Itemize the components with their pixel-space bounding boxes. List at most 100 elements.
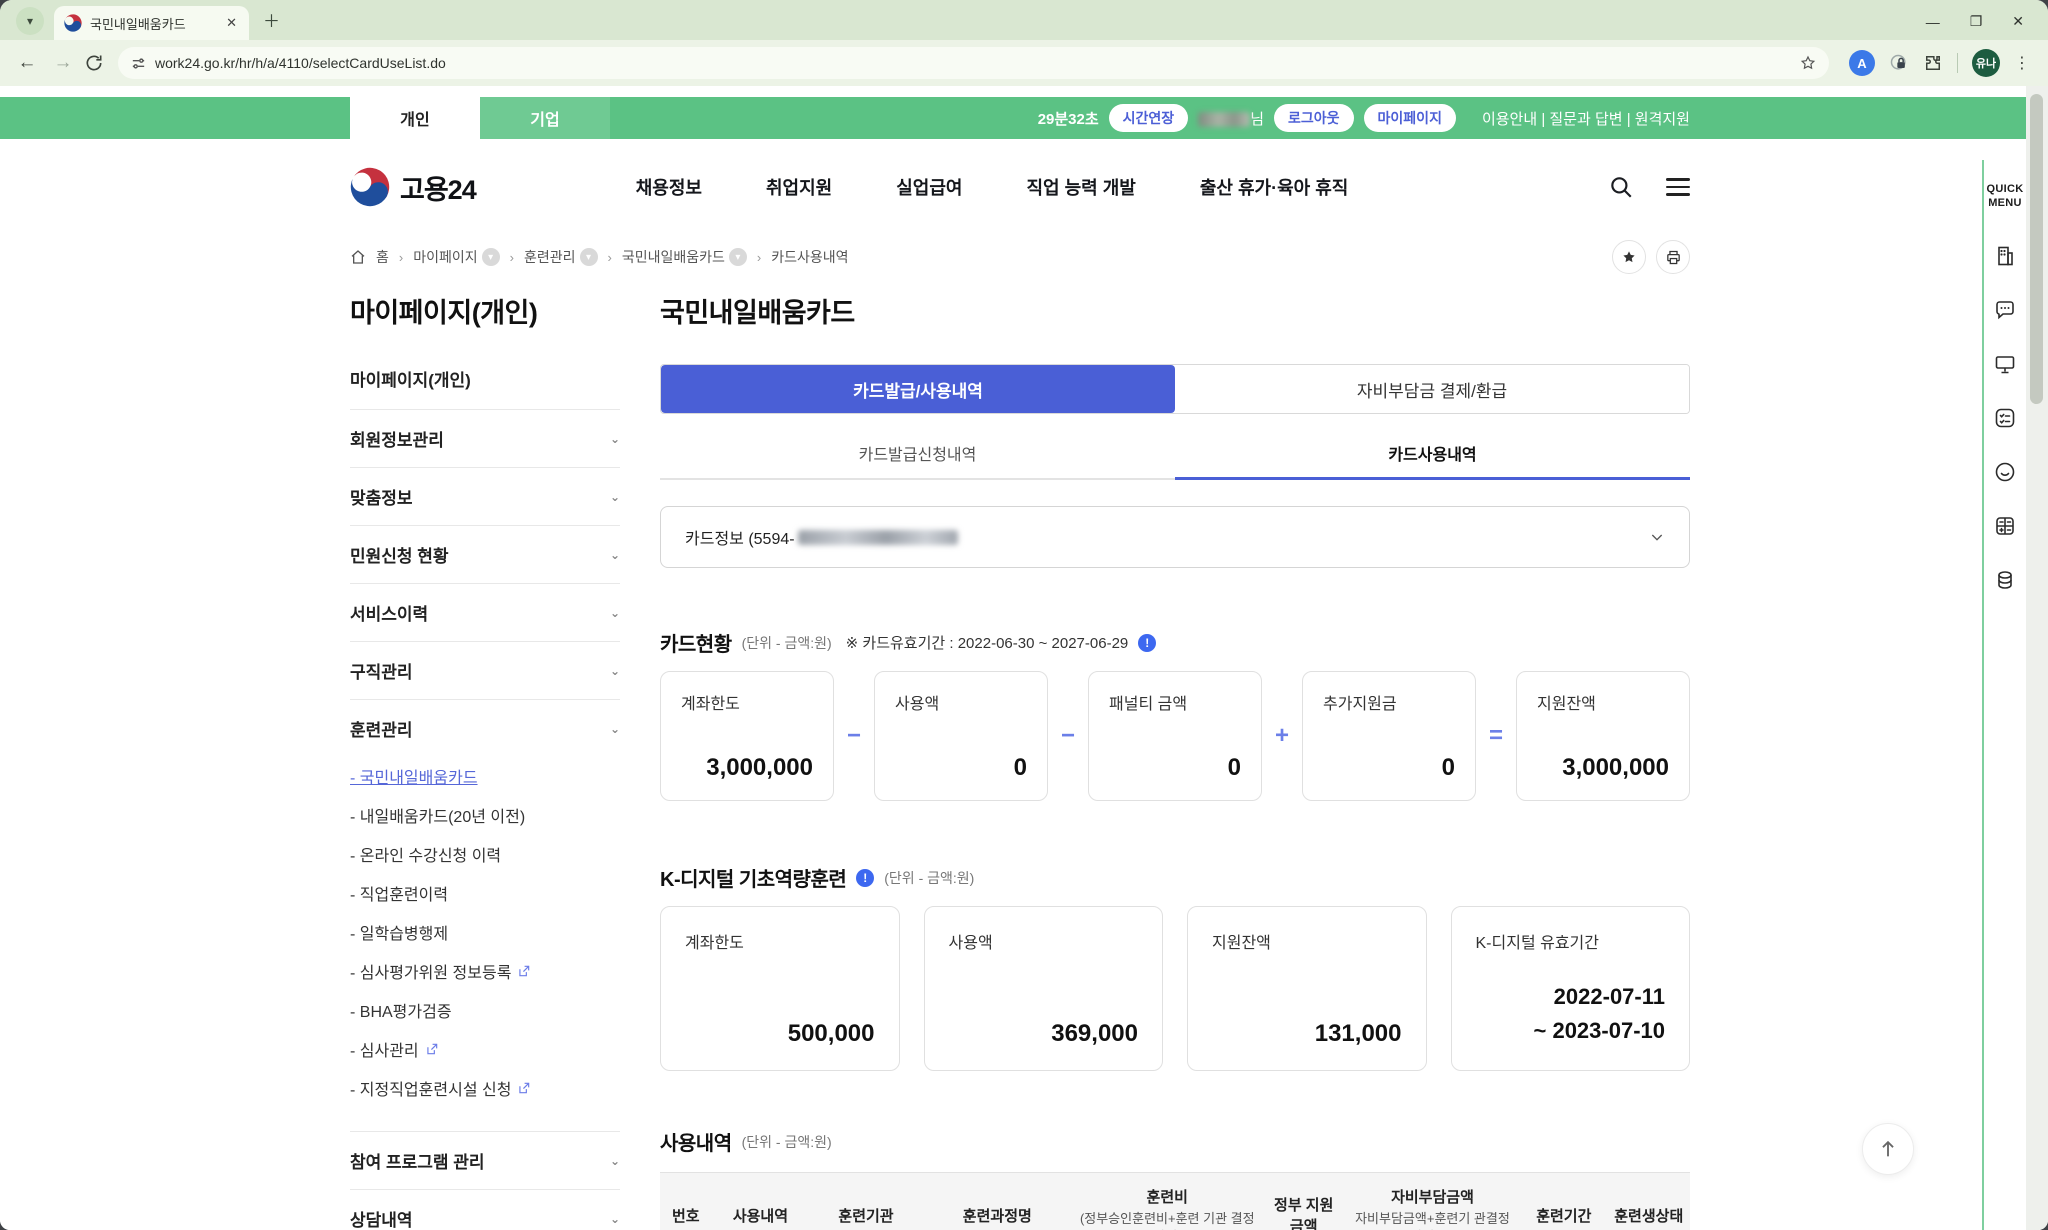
submenu-item-work-learning[interactable]: - 일학습병행제 [350, 920, 620, 944]
bookmark-star-icon[interactable] [1799, 54, 1817, 72]
sidebar-section-training[interactable]: 훈련관리 ⌄ [350, 700, 620, 747]
sidebar-section-service-history[interactable]: 서비스이력 ⌄ [350, 584, 620, 642]
coins-icon[interactable] [1992, 567, 2018, 593]
building-icon[interactable] [1992, 243, 2018, 269]
extend-session-button[interactable]: 시간연장 [1108, 104, 1189, 132]
kbox-validity-period: K-디지털 유효기간 2022-07-11 ~ 2023-07-10 [1450, 906, 1690, 1071]
session-timer: 29분32초 [1037, 110, 1099, 128]
breadcrumb-home[interactable]: 홈 [376, 247, 389, 267]
nav-item-skills-development[interactable]: 직업 능력 개발 [1026, 174, 1135, 200]
nav-item-unemployment-benefit[interactable]: 실업급여 [896, 174, 962, 200]
breadcrumb-dropdown-icon[interactable]: ▾ [481, 248, 500, 266]
scroll-to-top-button[interactable] [1862, 1123, 1914, 1175]
quick-menu-label: QUICK MENU [1986, 183, 2024, 210]
translate-icon[interactable]: A [1849, 50, 1875, 76]
sidebar-section-programs[interactable]: 참여 프로그램 관리 ⌄ [350, 1132, 620, 1190]
tab-title: 국민내일배움카드 [90, 16, 186, 32]
page-body: 개인 기업 29분32초 시간연장 님 로그아웃 마이페이지 이용안내 | 질문… [0, 86, 2048, 1230]
chevron-down-icon: ⌄ [609, 1211, 620, 1226]
masked-user-name [1198, 112, 1251, 128]
audience-tab-business[interactable]: 기업 [480, 97, 610, 139]
info-icon[interactable]: ! [1138, 633, 1157, 652]
tab-close-icon[interactable]: ✕ [224, 15, 239, 31]
masked-card-number [797, 529, 958, 545]
sidebar-section-member-info[interactable]: 회원정보관리 ⌄ [350, 410, 620, 468]
nav-item-maternity-leave[interactable]: 출산 휴가·육아 휴직 [1200, 174, 1348, 200]
submenu-item-facility-application[interactable]: - 지정직업훈련시설 신청 [350, 1076, 620, 1100]
monitor-icon[interactable] [1992, 351, 2018, 377]
back-button[interactable]: ← [12, 52, 42, 74]
menu-hamburger-icon[interactable] [1666, 178, 1690, 196]
calculator-icon[interactable] [1992, 513, 2018, 539]
chevron-down-icon: ⌄ [609, 605, 620, 620]
chat-icon[interactable] [1992, 297, 2018, 323]
checklist-icon[interactable] [1992, 405, 2018, 431]
submenu-item-old-card[interactable]: - 내일배움카드(20년 이전) [350, 803, 620, 827]
sidebar-section-custom-info[interactable]: 맞춤정보 ⌄ [350, 468, 620, 526]
sidebar-section-job-seeking[interactable]: 구직관리 ⌄ [350, 642, 620, 700]
breadcrumb-dropdown-icon[interactable]: ▾ [728, 248, 747, 266]
window-minimize-button[interactable]: — [1926, 14, 1940, 30]
new-tab-button[interactable]: ＋ [263, 7, 280, 32]
mypage-button[interactable]: 마이페이지 [1363, 104, 1456, 132]
site-settings-icon[interactable] [130, 55, 147, 72]
page-title: 국민내일배움카드 [660, 298, 855, 328]
sidebar-section-consultations[interactable]: 상담내역 ⌄ [350, 1190, 620, 1230]
box-account-limit: 계좌한도 3,000,000 [660, 671, 834, 801]
nav-item-jobs[interactable]: 채용정보 [636, 174, 702, 200]
usage-table-header: 번호 사용내역 훈련기관 훈련과정명 훈련비 (정부승인훈련비+훈련 기관 결정 … [660, 1172, 1690, 1230]
card-info-select[interactable]: 카드정보 (5594- [660, 506, 1690, 568]
logout-button[interactable]: 로그아웃 [1274, 104, 1354, 132]
site-logo[interactable]: 고용24 [350, 167, 477, 207]
forward-button[interactable]: → [48, 52, 78, 74]
tab-search-chevron-icon[interactable]: ▾ [16, 7, 44, 35]
browser-menu-icon[interactable]: ⋮ [2014, 53, 2030, 73]
audience-tab-personal[interactable]: 개인 [350, 97, 480, 139]
url-bar[interactable]: work24.go.kr/hr/h/a/4110/selectCardUseLi… [118, 47, 1829, 79]
kdigital-heading: K-디지털 기초역량훈련 [660, 869, 847, 891]
browser-tab[interactable]: 국민내일배움카드 ✕ [54, 6, 249, 40]
smiley-icon[interactable] [1992, 459, 2018, 485]
col-training-fee: 훈련비(정부승인훈련비+훈련 기관 결정 추가 훈련 [1079, 1189, 1255, 1230]
breadcrumb-dropdown-icon[interactable]: ▾ [579, 248, 598, 266]
window-maximize-button[interactable]: ❐ [1970, 13, 1983, 30]
page-scrollbar[interactable] [2026, 86, 2048, 1230]
subtab-card-issue-history[interactable]: 카드발급신청내역 [660, 428, 1175, 480]
breadcrumb-training[interactable]: 훈련관리 ▾ [524, 247, 598, 267]
submenu-item-tomorrow-card[interactable]: - 국민내일배움카드 [350, 764, 620, 788]
kbox-used-amount: 사용액 369,000 [923, 906, 1163, 1071]
subtab-card-usage-history[interactable]: 카드사용내역 [1175, 428, 1690, 480]
breadcrumb-separator: › [509, 249, 514, 265]
kdigital-unit: (단위 - 금액:원) [884, 869, 975, 886]
window-close-button[interactable]: ✕ [2012, 13, 2024, 30]
card-info-label: 카드정보 (5594- [685, 531, 795, 548]
breadcrumb-separator: › [398, 249, 404, 265]
sidebar-section-civil-requests[interactable]: 민원신청 현황 ⌄ [350, 526, 620, 584]
breadcrumb-mypage[interactable]: 마이페이지 ▾ [413, 247, 500, 267]
submenu-item-review-management[interactable]: - 심사관리 [350, 1037, 620, 1061]
submenu-item-evaluator-registration[interactable]: - 심사평가위원 정보등록 [350, 959, 620, 983]
print-button[interactable] [1656, 240, 1690, 274]
quick-menu-panel: QUICK MENU [1982, 160, 2026, 1230]
favorite-button[interactable] [1612, 240, 1646, 274]
sidebar-item-mypage[interactable]: 마이페이지(개인) [350, 366, 620, 410]
scrollbar-thumb[interactable] [2030, 94, 2043, 404]
utility-links[interactable]: 이용안내 | 질문과 답변 | 원격지원 [1482, 108, 1690, 129]
tab-self-payment[interactable]: 자비부담금 결제/환급 [1175, 365, 1689, 413]
nav-item-employment-support[interactable]: 취업지원 [766, 174, 832, 200]
breadcrumb-card[interactable]: 국민내일배움카드 ▾ [622, 247, 747, 267]
col-usage: 사용내역 [732, 1207, 789, 1225]
submenu-item-vocational-history[interactable]: - 직업훈련이력 [350, 881, 620, 905]
tab-card-issue-usage[interactable]: 카드발급/사용내역 [661, 365, 1175, 413]
reload-button[interactable] [84, 53, 104, 73]
info-icon[interactable]: ! [856, 868, 875, 887]
breadcrumb-separator: › [607, 249, 612, 265]
extensions-puzzle-icon[interactable] [1923, 53, 1943, 73]
training-submenu: - 국민내일배움카드 - 내일배움카드(20년 이전) - 온라인 수강신청 이… [350, 747, 620, 1132]
submenu-item-bha-verification[interactable]: - BHA평가검증 [350, 998, 620, 1022]
privacy-lock-icon[interactable] [1889, 53, 1909, 73]
home-icon[interactable] [350, 249, 366, 265]
profile-avatar[interactable]: 유나 [1972, 49, 2000, 77]
search-icon[interactable] [1608, 174, 1634, 200]
submenu-item-online-enrollment[interactable]: - 온라인 수강신청 이력 [350, 842, 620, 866]
